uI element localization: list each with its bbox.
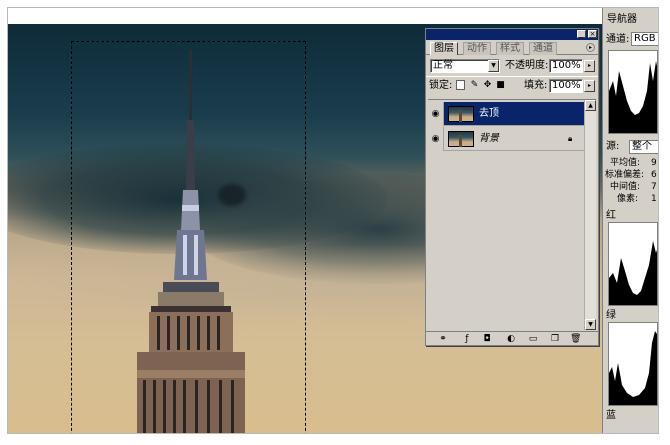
blend-mode-value: 正常 xyxy=(433,60,453,71)
fill-label: 填充: xyxy=(524,80,548,91)
document-top-strip xyxy=(8,8,602,24)
lock-icon: 🔒︎ xyxy=(568,134,573,143)
lock-label: 锁定: xyxy=(429,80,453,91)
lock-move-icon[interactable]: ✥ xyxy=(483,80,492,90)
stat-stddev-value: 6 xyxy=(651,170,657,180)
new-group-icon[interactable]: ▭ xyxy=(528,334,538,344)
rgb-histogram xyxy=(608,50,658,134)
layer-row-qu-ding[interactable]: ◉ 去顶 xyxy=(428,102,584,126)
adjustment-layer-icon[interactable]: ◐ xyxy=(506,334,516,344)
layers-bottom-bar: ⚭ ƒ ◘ ◐ ▭ ❐ 🗑︎ xyxy=(426,331,598,345)
lock-row: 锁定: ✎ ✥ ■ 填充: 100% ▸ xyxy=(426,76,598,94)
stat-median-label: 中间值: xyxy=(610,182,641,192)
blend-row: 正常 ▼ 不透明度: 100% ▸ xyxy=(426,57,598,75)
close-icon[interactable]: × xyxy=(588,30,597,38)
opacity-field[interactable]: 100% xyxy=(549,59,583,73)
layer-style-icon[interactable]: ƒ xyxy=(462,334,472,344)
tab-layers[interactable]: 图层 xyxy=(430,42,458,55)
layer-name: 背景 xyxy=(479,133,499,144)
panel-titlebar[interactable]: _ × xyxy=(426,29,598,40)
blend-mode-select[interactable]: 正常 ▼ xyxy=(430,59,500,73)
minimize-icon[interactable]: _ xyxy=(577,30,586,38)
histogram-panel: 导航器 通道: RGB 源: 整个 平均值: 9 标准偏差: 6 中间值: 7 … xyxy=(602,8,658,433)
stat-mean-value: 9 xyxy=(651,158,657,168)
lock-brush-icon[interactable]: ✎ xyxy=(470,80,479,90)
layers-scrollbar[interactable]: ▲ ▼ xyxy=(584,100,596,330)
red-channel-label: 红 xyxy=(606,210,616,221)
fill-arrow-icon[interactable]: ▸ xyxy=(584,80,595,92)
lock-all-icon[interactable]: ■ xyxy=(496,80,505,90)
marquee-selection[interactable] xyxy=(71,41,306,433)
mask-icon[interactable]: ◘ xyxy=(482,334,492,344)
green-channel-label: 绿 xyxy=(606,310,616,321)
trash-icon[interactable]: 🗑︎ xyxy=(570,334,581,344)
stat-stddev-label: 标准偏差: xyxy=(605,170,645,180)
layer-name: 去顶 xyxy=(479,108,499,119)
opacity-arrow-icon[interactable]: ▸ xyxy=(584,60,595,72)
blue-channel-label: 蓝 xyxy=(606,410,616,421)
channel-label: 通道: xyxy=(606,34,630,45)
photoshop-window: _ × 图层 动作 样式 通道 ▸ 正常 ▼ 不透明度: 100% ▸ 锁定: … xyxy=(7,7,659,434)
tab-navigator[interactable]: 导航器 xyxy=(607,14,637,26)
eye-icon[interactable]: ◉ xyxy=(428,102,444,126)
source-label: 源: xyxy=(606,141,620,152)
source-select[interactable]: 整个 xyxy=(629,140,658,154)
red-histogram xyxy=(608,222,658,306)
stat-pixels-label: 像素: xyxy=(617,194,639,204)
layer-list: ◉ 去顶 ◉ 背景 🔒︎ ▲ ▼ xyxy=(428,99,596,330)
panel-menu-icon[interactable]: ▸ xyxy=(586,43,595,52)
link-icon[interactable]: ⚭ xyxy=(438,334,448,344)
histogram-tabs: 导航器 xyxy=(603,8,658,28)
panel-tabs: 图层 动作 样式 通道 ▸ xyxy=(426,40,598,55)
green-histogram xyxy=(608,322,658,406)
fill-field[interactable]: 100% xyxy=(549,79,583,93)
stat-median-value: 7 xyxy=(651,182,657,192)
lock-transparency-icon[interactable] xyxy=(456,80,465,90)
eye-icon[interactable]: ◉ xyxy=(428,127,444,151)
scroll-down-icon[interactable]: ▼ xyxy=(585,319,596,330)
layer-row-background[interactable]: ◉ 背景 🔒︎ xyxy=(428,127,584,151)
stat-mean-label: 平均值: xyxy=(610,158,641,168)
tab-actions[interactable]: 动作 xyxy=(463,42,491,55)
tab-channels[interactable]: 通道 xyxy=(529,42,557,55)
layer-thumbnail xyxy=(448,106,474,122)
chevron-down-icon[interactable]: ▼ xyxy=(488,60,499,72)
layer-thumbnail xyxy=(448,131,474,147)
stat-pixels-value: 1 xyxy=(651,194,657,204)
layers-panel: _ × 图层 动作 样式 通道 ▸ 正常 ▼ 不透明度: 100% ▸ 锁定: … xyxy=(425,28,599,346)
channel-select[interactable]: RGB xyxy=(631,32,658,46)
new-layer-icon[interactable]: ❐ xyxy=(550,334,560,344)
opacity-label: 不透明度: xyxy=(505,60,549,71)
tab-styles[interactable]: 样式 xyxy=(496,42,524,55)
scroll-up-icon[interactable]: ▲ xyxy=(585,100,596,111)
